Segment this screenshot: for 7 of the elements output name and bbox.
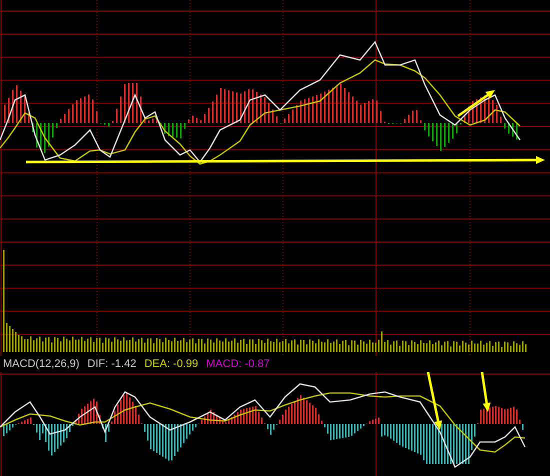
arrow xyxy=(426,372,442,430)
arrow xyxy=(480,372,491,412)
legend-value: DEA: -0.99 xyxy=(144,357,198,372)
indicator-name: MACD(12,26,9) xyxy=(3,357,80,372)
legend-value: MACD: -0.87 xyxy=(206,357,270,372)
legend-value: DIF: -1.42 xyxy=(87,357,136,372)
arrow xyxy=(457,90,495,118)
